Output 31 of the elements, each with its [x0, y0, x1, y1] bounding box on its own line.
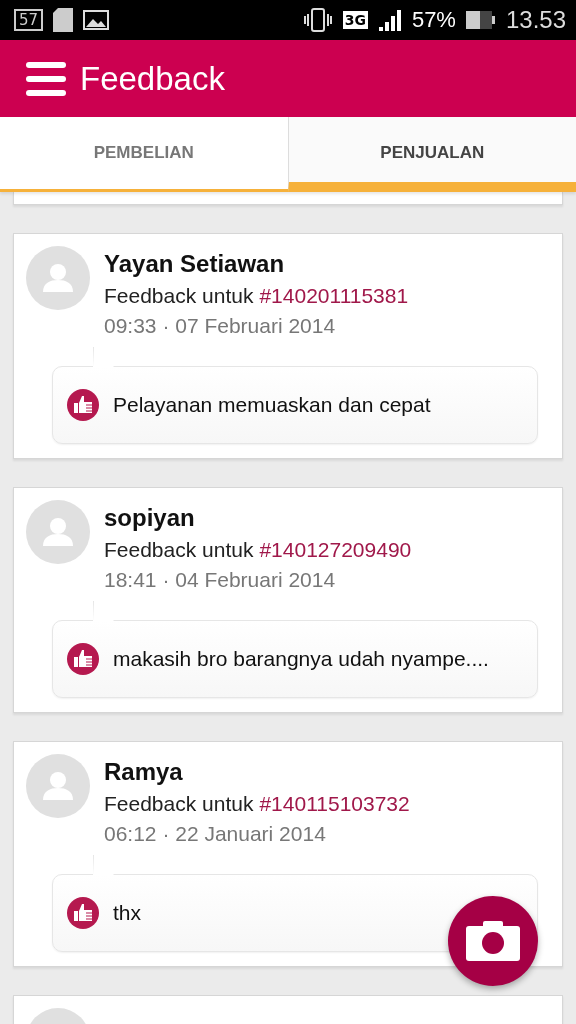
clock: 13.53: [505, 6, 566, 34]
screen-title: Feedback: [80, 59, 225, 98]
reviewer-name: sopiyan: [104, 504, 196, 532]
order-link[interactable]: #140201115381: [259, 284, 409, 308]
image-icon: [83, 10, 110, 30]
avatar-icon: [26, 246, 90, 310]
order-link[interactable]: #140127209490: [259, 538, 412, 562]
signal-icon: [377, 8, 402, 32]
battery-icon: [465, 10, 496, 30]
menu-icon[interactable]: [26, 60, 66, 97]
comment-text: makasih bro barangnya udah nyampe....: [113, 647, 489, 671]
feedback-time: 09:33 · 07 Februari 2014: [104, 314, 337, 338]
battery-percent: 57%: [411, 7, 456, 33]
tab[interactable]: PEMBELIAN: [0, 117, 288, 192]
vibrate-icon: [302, 8, 333, 32]
avatar-icon: [26, 754, 90, 818]
feedback-time: 06:12 · 22 Januari 2014: [104, 822, 327, 846]
network-type: 3G: [342, 11, 368, 29]
sd-card-icon: [53, 8, 74, 32]
avatar-icon: [26, 500, 90, 564]
feedback-label: Feedback untuk: [104, 538, 254, 562]
tab[interactable]: PENJUALAN: [287, 117, 576, 192]
feedback-label: Feedback untuk: [104, 284, 254, 308]
comment-text: thx: [113, 901, 141, 925]
reviewer-name: Yayan Setiawan: [104, 250, 286, 278]
notification-badge: 57: [14, 9, 44, 31]
order-link[interactable]: #140115103732: [259, 792, 410, 816]
feedback-time: 18:41 · 04 Februari 2014: [104, 568, 337, 592]
comment-text: Pelayanan memuaskan dan cepat: [113, 393, 431, 417]
reviewer-name: Ramya: [104, 758, 184, 786]
feedback-label: Feedback untuk: [104, 792, 254, 816]
